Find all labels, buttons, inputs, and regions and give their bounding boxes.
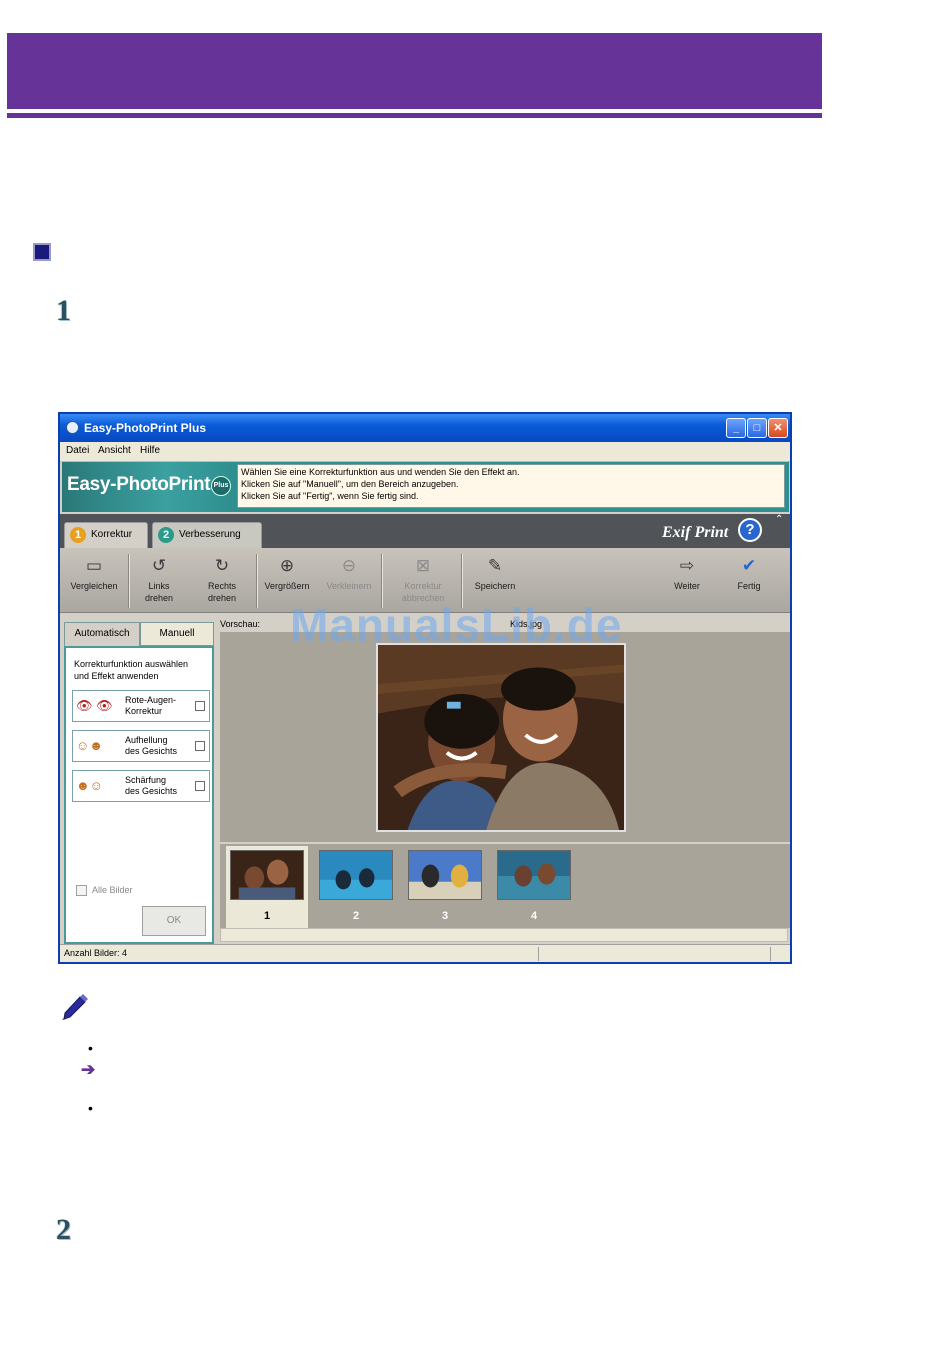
rotate-right-icon: ↻ <box>214 556 230 575</box>
correction-panel: Automatisch Manuell Korrekturfunktion au… <box>64 622 216 944</box>
tab-verbesserung[interactable]: 2 Verbesserung <box>152 522 262 548</box>
menu-hilfe[interactable]: Hilfe <box>140 445 160 456</box>
correction-mode-tabs: Automatisch Manuell <box>64 622 216 646</box>
thumbnail-2[interactable] <box>319 850 393 900</box>
window-title: Easy-PhotoPrint Plus <box>84 421 207 435</box>
compare-button[interactable]: ▭ Vergleichen <box>63 552 125 608</box>
header-logo-panel: Easy-PhotoPrint Plus <box>62 462 234 512</box>
thumbnail-1[interactable] <box>230 850 304 900</box>
collapse-chevron-icon[interactable]: ⌃ <box>775 514 783 525</box>
zoom-out-icon: ⊖ <box>341 556 357 575</box>
step-1-badge-icon: 1 <box>70 527 86 543</box>
banner-underline <box>7 113 822 118</box>
face-brighten-checkbox[interactable] <box>195 741 205 751</box>
done-button[interactable]: ✔ Fertig <box>718 552 780 608</box>
rotate-left-icon: ↺ <box>151 556 167 575</box>
thumbnail-scrollbar[interactable] <box>220 928 788 942</box>
instruction-line: Wählen Sie eine Korrekturfunktion aus un… <box>241 467 520 477</box>
red-eye-checkbox[interactable] <box>195 701 205 711</box>
menu-ansicht[interactable]: Ansicht <box>98 445 131 456</box>
status-bar: Anzahl Bilder: 4 <box>60 944 790 962</box>
menu-datei[interactable]: Datei <box>66 445 89 456</box>
face-brighten-item[interactable]: ☺☻ Aufhellung des Gesichts <box>72 730 210 762</box>
reference-arrow-icon[interactable]: ➔ <box>81 1060 95 1080</box>
ok-button[interactable]: OK <box>142 906 206 936</box>
panel-intro: Korrekturfunktion auswählen und Effekt a… <box>74 659 189 681</box>
thumbnail-number: 4 <box>530 910 538 922</box>
thumbnail-number: 1 <box>263 910 271 922</box>
app-window: Easy-PhotoPrint Plus _ □ ✕ Datei Ansicht… <box>58 412 792 964</box>
thumbnail-3[interactable] <box>408 850 482 900</box>
step-number-2: 2 <box>56 1213 71 1246</box>
thumbnail-4[interactable] <box>497 850 571 900</box>
all-images-label: Alle Bilder <box>92 885 133 895</box>
step-number-1: 1 <box>56 294 71 327</box>
exif-print-logo: Exif Print <box>662 524 729 541</box>
maximize-button[interactable]: □ <box>747 418 767 438</box>
menu-bar: Datei Ansicht Hilfe <box>60 442 790 462</box>
tab-korrektur[interactable]: 1 Korrektur <box>64 522 148 548</box>
minimize-button[interactable]: _ <box>726 418 746 438</box>
preview-photo[interactable] <box>376 643 626 832</box>
instruction-line: Klicken Sie auf "Fertig", wenn Sie ferti… <box>241 491 419 501</box>
face-sharpen-checkbox[interactable] <box>195 781 205 791</box>
instruction-line: Klicken Sie auf "Manuell", um den Bereic… <box>241 479 459 489</box>
step-2-badge-icon: 2 <box>158 527 174 543</box>
tab-label: Verbesserung <box>179 529 241 540</box>
tab-label: Korrektur <box>91 529 133 540</box>
close-button[interactable]: ✕ <box>768 418 788 438</box>
plus-badge-icon: Plus <box>211 476 231 496</box>
app-icon <box>66 421 79 434</box>
next-button[interactable]: ⇨ Weiter <box>656 552 718 608</box>
thumbnail-number: 2 <box>352 910 360 922</box>
undo-correction-icon: ⊠ <box>415 556 431 575</box>
preview-label: Vorschau: <box>220 619 261 629</box>
note-bullet-2: • <box>88 1100 93 1116</box>
thumbnail-number: 3 <box>441 910 449 922</box>
note-bullet-1: • <box>88 1040 93 1056</box>
face-brighten-icon: ☺☻ <box>76 738 103 753</box>
red-eye-correction-item[interactable]: 👁 👁 Rote-Augen- Korrektur <box>72 690 210 722</box>
compare-icon: ▭ <box>85 556 103 575</box>
next-arrow-icon: ⇨ <box>679 556 695 575</box>
status-divider <box>770 947 771 961</box>
done-check-icon: ✔ <box>741 556 757 575</box>
face-sharpen-item[interactable]: ☻☺ Schärfung des Gesichts <box>72 770 210 802</box>
instruction-box: Wählen Sie eine Korrekturfunktion aus un… <box>237 464 785 508</box>
face-sharpen-icon: ☻☺ <box>76 778 103 793</box>
rotate-right-button[interactable]: ↻ Rechts drehen <box>191 552 253 608</box>
watermark: ManualsLib.de <box>290 599 623 651</box>
note-pencil-icon <box>62 994 88 1020</box>
save-icon: ✎ <box>487 556 503 575</box>
red-eye-icon: 👁 👁 <box>76 698 113 713</box>
app-header: Easy-PhotoPrint Plus Wählen Sie eine Kor… <box>62 462 789 512</box>
rotate-left-button[interactable]: ↺ Links drehen <box>128 552 190 608</box>
correction-panel-body: Korrekturfunktion auswählen und Effekt a… <box>64 646 214 944</box>
purple-title-banner <box>7 33 822 109</box>
status-divider <box>538 947 539 961</box>
title-bar[interactable]: Easy-PhotoPrint Plus _ □ ✕ <box>60 414 790 442</box>
all-images-checkbox[interactable] <box>76 885 87 896</box>
tab-manuell[interactable]: Manuell <box>140 622 214 646</box>
status-image-count: Anzahl Bilder: 4 <box>64 948 128 958</box>
tab-automatisch[interactable]: Automatisch <box>64 622 140 646</box>
zoom-in-icon: ⊕ <box>279 556 295 575</box>
app-logo: Easy-PhotoPrint <box>67 474 211 495</box>
section-square-icon <box>33 243 51 261</box>
help-button[interactable]: ? <box>738 518 762 542</box>
